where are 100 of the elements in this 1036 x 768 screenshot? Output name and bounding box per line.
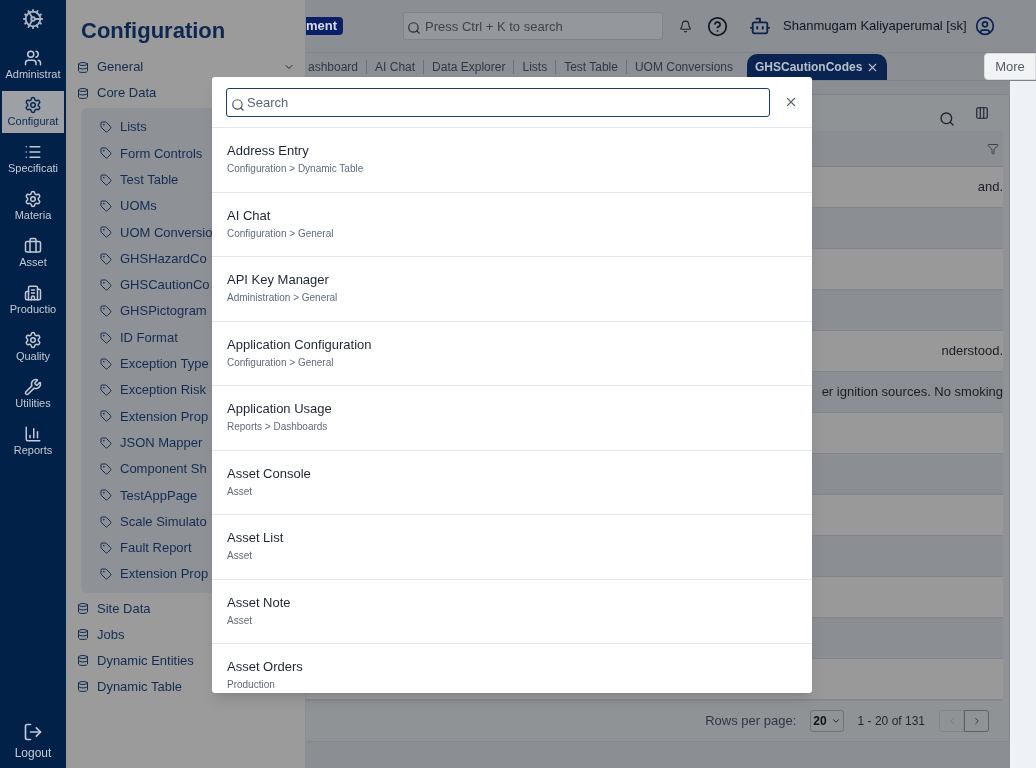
columns-icon[interactable] <box>975 106 989 120</box>
tag-icon <box>100 121 112 134</box>
search-icon <box>231 97 245 112</box>
result-path: Configuration > Dynamic Table <box>227 162 364 176</box>
search-result[interactable]: Application Usage Reports > Dashboards <box>212 386 812 451</box>
search-result[interactable]: Asset Console Asset <box>212 450 812 515</box>
more-button[interactable]: More <box>984 53 1036 80</box>
nav-item[interactable]: Quality <box>2 326 64 368</box>
gear-icon <box>24 96 42 114</box>
nav-label: Quality <box>15 349 51 363</box>
search-result[interactable]: Asset Orders Production <box>212 644 812 693</box>
users-icon <box>24 49 42 67</box>
tag-icon <box>100 252 112 265</box>
database-icon <box>77 653 89 667</box>
nav-label: Administrat <box>5 67 61 81</box>
search-result[interactable]: API Key Manager Administration > General <box>212 257 812 322</box>
page-range: 1 - 20 of 131 <box>857 713 925 730</box>
tag-icon <box>100 357 112 370</box>
nav-item[interactable]: Utilities <box>2 373 64 415</box>
gear-icon <box>24 190 42 208</box>
filter-icon[interactable] <box>987 142 999 155</box>
tag-icon <box>100 173 112 186</box>
search-icon[interactable] <box>939 111 955 127</box>
result-title: AI Chat <box>227 206 271 225</box>
result-title: Address Entry <box>227 142 309 160</box>
database-icon <box>77 627 89 641</box>
result-title: API Key Manager <box>227 271 329 289</box>
search-field[interactable]: Search <box>226 87 770 117</box>
nav-label: Specificati <box>7 161 59 175</box>
help-icon[interactable] <box>707 15 729 37</box>
nav-item[interactable]: Reports <box>2 420 64 462</box>
search-result[interactable]: Asset List Asset <box>212 515 812 580</box>
robot-icon[interactable] <box>749 15 772 37</box>
nav-label: Reports <box>13 443 53 457</box>
nav-label: Asset <box>19 255 47 269</box>
page-tab[interactable]: Test Table <box>556 54 626 80</box>
global-search-field[interactable]: Press Ctrl + K to search <box>403 12 664 40</box>
logo-icon <box>22 8 44 30</box>
tag-icon <box>100 226 112 239</box>
user-name[interactable]: Shanmugam Kaliyaperumal [sk] <box>783 16 967 36</box>
nav-item[interactable]: Configurat <box>2 91 64 133</box>
page-tab[interactable]: AI Chat <box>367 54 424 80</box>
nav-label: Utilities <box>15 396 51 410</box>
result-title: Asset List <box>227 529 284 547</box>
page-tab[interactable]: UOM Conversions <box>626 54 741 80</box>
nav-label: Productio <box>9 302 57 316</box>
database-icon <box>77 86 89 100</box>
briefcase-icon <box>24 237 42 255</box>
result-title: Asset Orders <box>227 658 303 676</box>
database-icon <box>77 601 89 615</box>
search-result[interactable]: Address Entry Configuration > Dynamic Table <box>212 128 812 193</box>
wrench-icon <box>24 378 42 396</box>
rows-per-page-select[interactable]: 20 <box>810 710 844 732</box>
avatar-icon[interactable] <box>974 16 995 36</box>
table-cell-text: er ignition sources. No smoking <box>821 383 1003 402</box>
bar-chart-icon <box>24 425 42 443</box>
panel-title: Configuration <box>80 17 227 45</box>
result-path: Configuration > General <box>227 355 334 370</box>
building-icon <box>24 284 42 302</box>
menu-group[interactable]: General <box>77 54 305 80</box>
tag-icon <box>100 568 112 581</box>
tag-icon <box>100 515 112 528</box>
close-icon[interactable] <box>784 95 798 109</box>
table-cell-text: and. <box>977 178 1003 197</box>
tag-icon <box>100 410 112 423</box>
gear-icon <box>24 331 42 349</box>
nav-item[interactable]: Asset <box>2 232 64 274</box>
page-tab[interactable]: Lists <box>514 54 556 80</box>
search-result[interactable]: Asset Note Asset <box>212 579 812 644</box>
tag-icon <box>100 305 112 318</box>
page-tab[interactable]: GHSCautionCodes <box>747 54 888 80</box>
caret-icon <box>830 716 841 726</box>
tag-icon <box>100 278 112 291</box>
nav-label: Materia <box>14 208 52 222</box>
tag-icon <box>100 463 112 475</box>
search-result[interactable]: Application Configuration Configuration > General <box>212 321 812 386</box>
nav-item[interactable]: Administrat <box>2 44 64 86</box>
tag-icon <box>100 147 112 160</box>
result-path: Administration > General <box>227 291 338 305</box>
search-icon <box>407 21 422 35</box>
table-cell-text: nderstood. <box>941 342 1003 361</box>
logout-button[interactable]: Logout <box>14 722 52 762</box>
result-title: Application Configuration <box>227 335 372 354</box>
tag-icon <box>100 541 112 554</box>
notification-bell-icon[interactable] <box>679 19 693 33</box>
result-path: Asset <box>227 549 252 563</box>
result-path: Production <box>227 678 275 692</box>
result-path: Configuration > General <box>227 226 334 241</box>
tag-icon <box>100 384 112 397</box>
nav-item[interactable]: Productio <box>2 279 64 321</box>
result-path: Reports > Dashboards <box>227 420 328 434</box>
nav-label: Configurat <box>7 114 59 128</box>
result-title: Asset Console <box>227 464 311 483</box>
nav-item[interactable]: Materia <box>2 185 64 227</box>
page-tab[interactable]: Data Explorer <box>424 54 514 80</box>
nav-item[interactable]: Specificati <box>2 138 64 180</box>
tag-icon <box>100 489 112 502</box>
search-result[interactable]: AI Chat Configuration > General <box>212 192 812 257</box>
result-path: Asset <box>227 484 252 499</box>
rows-per-page-label: Rows per page: <box>705 712 797 731</box>
